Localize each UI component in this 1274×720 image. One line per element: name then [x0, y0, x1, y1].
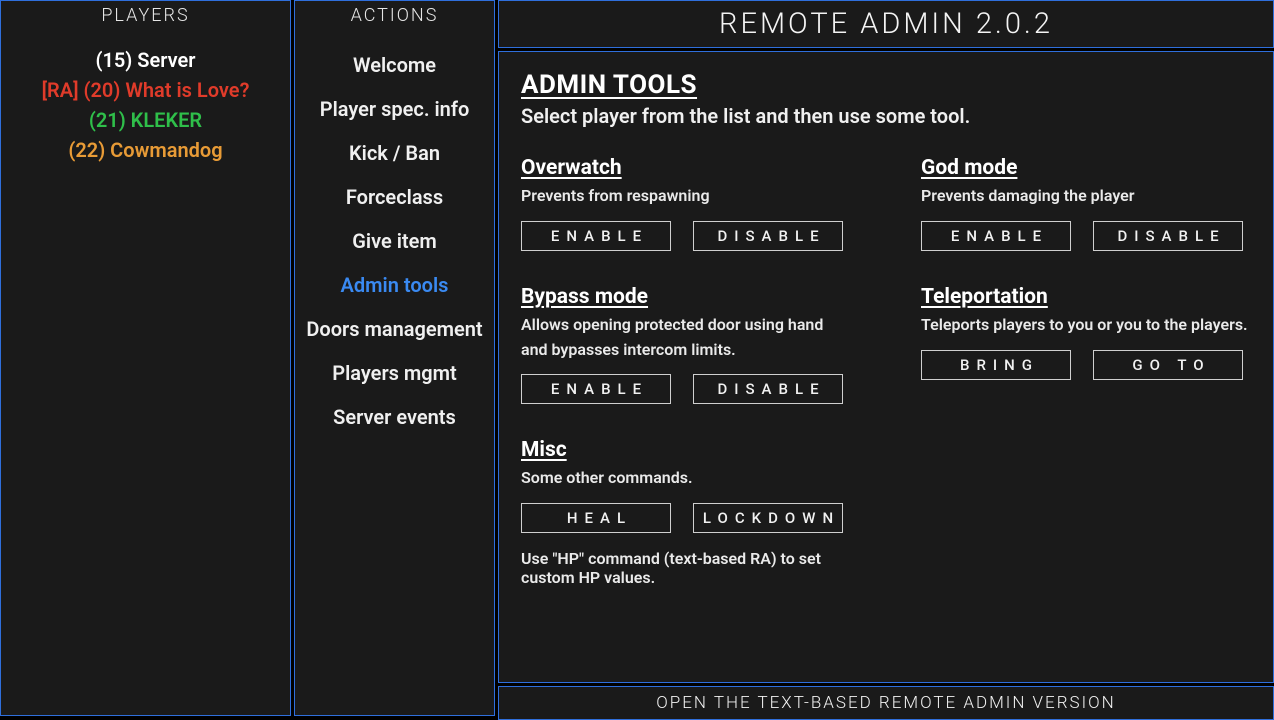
players-panel: PLAYERS (15) Server[RA] (20) What is Lov… — [0, 0, 291, 716]
tool-title: Misc — [521, 438, 851, 462]
bypass-disable-button[interactable]: DISABLE — [693, 374, 843, 404]
action-item[interactable]: Forceclass — [295, 175, 494, 219]
overwatch-enable-button[interactable]: ENABLE — [521, 221, 671, 251]
action-item[interactable]: Kick / Ban — [295, 131, 494, 175]
tool-title: Teleportation — [921, 285, 1251, 309]
tool-teleportation: Teleportation Teleports players to you o… — [921, 285, 1251, 405]
player-item[interactable]: [RA] (20) What is Love? — [1, 75, 290, 105]
player-list: (15) Server[RA] (20) What is Love?(21) K… — [1, 31, 290, 715]
tool-title: God mode — [921, 156, 1251, 180]
action-item[interactable]: Welcome — [295, 43, 494, 87]
app-title: REMOTE ADMIN 2.0.2 — [498, 0, 1274, 48]
bypass-enable-button[interactable]: ENABLE — [521, 374, 671, 404]
action-item[interactable]: Admin tools — [295, 263, 494, 307]
tool-misc: Misc Some other commands. HEAL LOCKDOWN … — [521, 438, 851, 587]
open-text-ra-button[interactable]: OPEN THE TEXT-BASED REMOTE ADMIN VERSION — [498, 686, 1274, 720]
main-content: ADMIN TOOLS Select player from the list … — [498, 51, 1274, 683]
tool-desc: Prevents from respawning — [521, 184, 851, 209]
teleport-bring-button[interactable]: BRING — [921, 350, 1071, 380]
tool-desc: Teleports players to you or you to the p… — [921, 313, 1251, 338]
players-header: PLAYERS — [1, 1, 290, 31]
action-item[interactable]: Server events — [295, 395, 494, 439]
player-item[interactable]: (22) Cowmandog — [1, 135, 290, 165]
action-item[interactable]: Give item — [295, 219, 494, 263]
tool-godmode: God mode Prevents damaging the player EN… — [921, 156, 1251, 251]
page-subheading: Select player from the list and then use… — [521, 104, 1251, 128]
misc-note: Use "HP" command (text-based RA) to set … — [521, 549, 851, 587]
overwatch-disable-button[interactable]: DISABLE — [693, 221, 843, 251]
actions-list: WelcomePlayer spec. infoKick / BanForcec… — [295, 31, 494, 715]
tool-title: Bypass mode — [521, 285, 851, 309]
godmode-enable-button[interactable]: ENABLE — [921, 221, 1071, 251]
main-column: REMOTE ADMIN 2.0.2 ADMIN TOOLS Select pl… — [498, 0, 1274, 720]
tool-overwatch: Overwatch Prevents from respawning ENABL… — [521, 156, 851, 251]
action-item[interactable]: Players mgmt — [295, 351, 494, 395]
tool-desc: Allows opening protected door using hand… — [521, 313, 851, 363]
misc-lockdown-button[interactable]: LOCKDOWN — [693, 503, 843, 533]
page-heading: ADMIN TOOLS — [521, 70, 1251, 100]
tool-title: Overwatch — [521, 156, 851, 180]
misc-heal-button[interactable]: HEAL — [521, 503, 671, 533]
tool-desc: Some other commands. — [521, 466, 851, 491]
godmode-disable-button[interactable]: DISABLE — [1093, 221, 1243, 251]
action-item[interactable]: Player spec. info — [295, 87, 494, 131]
tool-desc: Prevents damaging the player — [921, 184, 1251, 209]
player-item[interactable]: (15) Server — [1, 45, 290, 75]
player-item[interactable]: (21) KLEKER — [1, 105, 290, 135]
actions-panel: ACTIONS WelcomePlayer spec. infoKick / B… — [294, 0, 495, 716]
teleport-goto-button[interactable]: GO TO — [1093, 350, 1243, 380]
actions-header: ACTIONS — [295, 1, 494, 31]
action-item[interactable]: Doors management — [295, 307, 494, 351]
tool-bypass: Bypass mode Allows opening protected doo… — [521, 285, 851, 405]
